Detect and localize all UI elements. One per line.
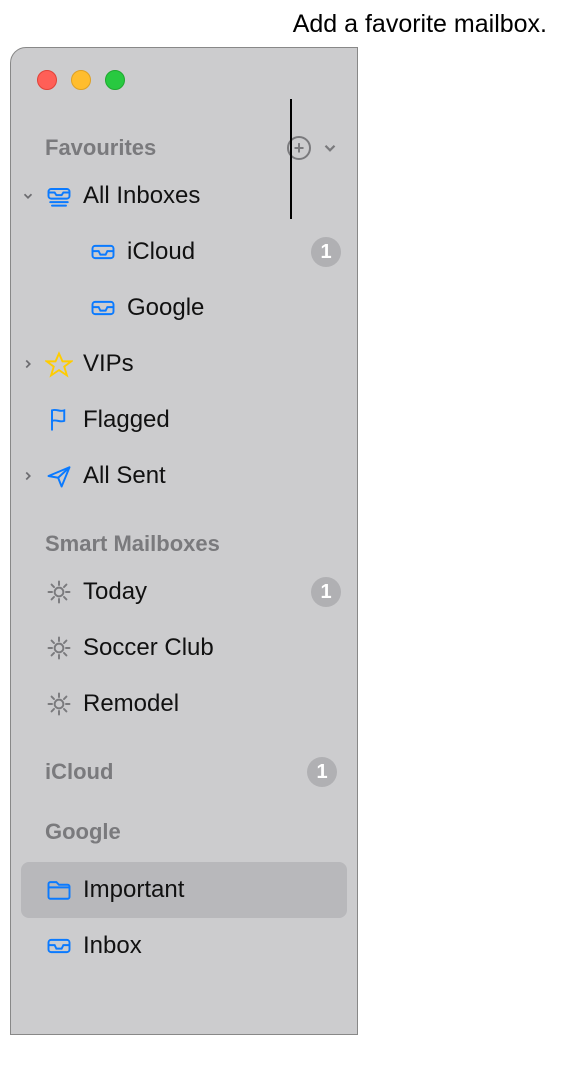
disclosure-toggle[interactable] [11, 357, 45, 371]
sidebar-item-inbox[interactable]: Inbox [11, 918, 357, 974]
tray-icon [89, 238, 127, 266]
folder-icon [45, 876, 83, 904]
sidebar-item-label: VIPs [83, 350, 341, 378]
sidebar-item-icloud-inbox[interactable]: iCloud 1 [11, 224, 357, 280]
tray-icon [89, 294, 127, 322]
sidebar: Favourites + [11, 90, 357, 974]
zoom-window-button[interactable] [105, 70, 125, 90]
sidebar-item-soccer-club[interactable]: Soccer Club [11, 620, 357, 676]
sidebar-item-label: Flagged [83, 406, 341, 434]
sidebar-item-label: Today [83, 578, 311, 606]
sidebar-item-label: All Inboxes [83, 182, 341, 210]
icloud-account-title: iCloud [45, 759, 113, 785]
sidebar-item-label: Inbox [83, 932, 341, 960]
disclosure-toggle[interactable] [11, 189, 45, 203]
flag-icon [45, 406, 83, 434]
smart-mailboxes-title: Smart Mailboxes [45, 531, 220, 557]
unread-badge: 1 [311, 577, 341, 607]
chevron-down-icon [21, 189, 35, 203]
sidebar-item-label: iCloud [127, 238, 311, 266]
sidebar-item-label: Google [127, 294, 341, 322]
star-icon [45, 350, 83, 378]
icloud-account-header[interactable]: iCloud 1 [11, 752, 357, 792]
stacked-tray-icon [45, 182, 83, 210]
unread-badge: 1 [311, 237, 341, 267]
sidebar-item-all-sent[interactable]: All Sent [11, 448, 357, 504]
tray-icon [45, 932, 83, 960]
chevron-down-icon [321, 139, 339, 157]
sidebar-item-flagged[interactable]: Flagged [11, 392, 357, 448]
google-account-header[interactable]: Google [11, 812, 357, 852]
google-account-title: Google [45, 819, 121, 845]
window-controls [11, 48, 357, 90]
close-window-button[interactable] [37, 70, 57, 90]
paperplane-icon [45, 462, 83, 490]
sidebar-item-all-inboxes[interactable]: All Inboxes [11, 168, 357, 224]
sidebar-item-label: Important [83, 876, 341, 904]
unread-badge: 1 [307, 757, 337, 787]
favourites-disclose-button[interactable] [321, 139, 339, 157]
smart-mailboxes-header: Smart Mailboxes [11, 524, 357, 564]
sidebar-item-vips[interactable]: VIPs [11, 336, 357, 392]
gear-icon [45, 690, 83, 718]
gear-icon [45, 634, 83, 662]
chevron-right-icon [21, 357, 35, 371]
favourites-title: Favourites [45, 135, 156, 161]
sidebar-item-label: Soccer Club [83, 634, 341, 662]
mail-sidebar-window: Favourites + [10, 47, 358, 1035]
sidebar-item-remodel[interactable]: Remodel [11, 676, 357, 732]
sidebar-item-important[interactable]: Important [21, 862, 347, 918]
gear-icon [45, 578, 83, 606]
sidebar-item-label: All Sent [83, 462, 341, 490]
callout-line [290, 99, 292, 219]
callout-text: Add a favorite mailbox. [10, 10, 567, 39]
chevron-right-icon [21, 469, 35, 483]
minimize-window-button[interactable] [71, 70, 91, 90]
disclosure-toggle[interactable] [11, 469, 45, 483]
sidebar-item-label: Remodel [83, 690, 341, 718]
sidebar-item-google-inbox[interactable]: Google [11, 280, 357, 336]
sidebar-item-today[interactable]: Today 1 [11, 564, 357, 620]
favourites-section-header: Favourites + [11, 128, 357, 168]
